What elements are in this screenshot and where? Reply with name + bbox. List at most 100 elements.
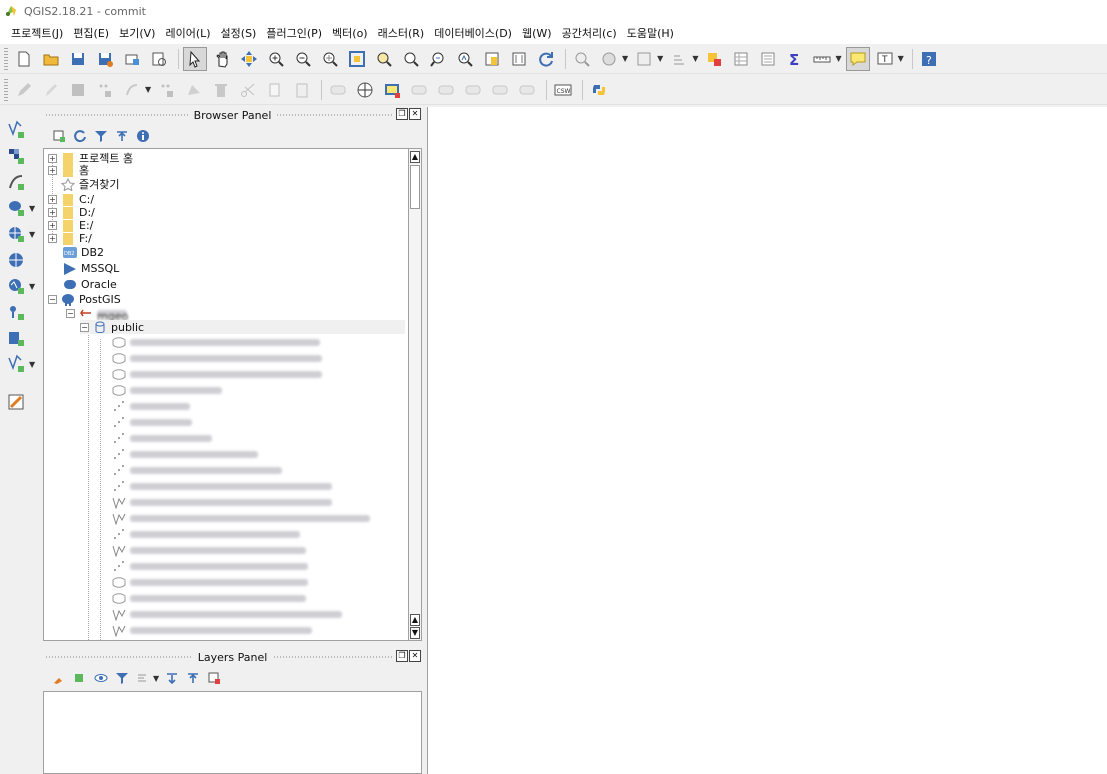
deselect-icon[interactable] [632, 47, 656, 71]
show-hide-labels-icon[interactable] [488, 78, 512, 102]
menu-plugins[interactable]: 플러그인(P) [261, 25, 327, 41]
csw-icon[interactable]: CSW [551, 78, 575, 102]
toolbar-grip[interactable] [4, 78, 8, 101]
show-bookmarks-icon[interactable] [480, 47, 504, 71]
tree-node-db2[interactable]: DB2 DB2 [63, 245, 104, 259]
add-wfs-layer-icon[interactable] [4, 274, 28, 298]
collapse-icon[interactable]: − [66, 308, 75, 318]
float-panel-button[interactable]: ❐ [396, 108, 408, 120]
add-wms-layer-icon[interactable] [4, 222, 28, 246]
collapse-icon[interactable]: − [80, 322, 89, 332]
new-project-icon[interactable] [12, 47, 36, 71]
highlight-labels-icon[interactable] [380, 78, 404, 102]
rotate-label-icon[interactable] [434, 78, 458, 102]
zoom-to-selection-icon[interactable] [345, 47, 369, 71]
save-project-icon[interactable] [66, 47, 90, 71]
browser-scrollbar[interactable]: ▲ ▲ ▼ [408, 148, 422, 641]
composer-manager-icon[interactable] [147, 47, 171, 71]
add-delimited-text-layer-icon[interactable] [4, 170, 28, 194]
close-panel-button[interactable]: ✕ [409, 650, 421, 662]
scroll-up-icon[interactable]: ▲ [410, 614, 420, 626]
zoom-out-icon[interactable] [291, 47, 315, 71]
manage-visibility-icon[interactable] [92, 669, 110, 687]
menu-edit[interactable]: 편집(E) [68, 25, 114, 41]
tree-node-point-layer[interactable] [112, 431, 212, 445]
add-raster-layer-icon[interactable] [4, 144, 28, 168]
tree-node-postgis[interactable]: − PostGIS [48, 292, 121, 306]
scroll-down-icon[interactable]: ▼ [410, 627, 420, 639]
info-icon[interactable] [134, 127, 152, 145]
tree-node-polygon-layer[interactable] [112, 351, 322, 365]
collapse-icon[interactable]: − [48, 294, 57, 304]
remove-layer-icon[interactable] [205, 669, 223, 687]
map-canvas[interactable] [427, 107, 1107, 774]
new-shapefile-layer-icon[interactable] [4, 352, 28, 376]
select-icon[interactable] [183, 46, 207, 71]
tree-node-line-layer[interactable] [112, 511, 370, 525]
zoom-in-icon[interactable] [264, 47, 288, 71]
collapse-all-icon[interactable] [113, 127, 131, 145]
cut-features-icon[interactable] [236, 78, 260, 102]
tree-node-schema-public[interactable]: − public [80, 320, 405, 334]
menu-vector[interactable]: 벡터(o) [327, 25, 373, 41]
menu-project[interactable]: 프로젝트(J) [6, 25, 68, 41]
filter-expression-icon[interactable] [134, 669, 152, 687]
trash-icon[interactable] [209, 78, 233, 102]
python-console-icon[interactable] [587, 78, 611, 102]
copy-features-icon[interactable] [263, 78, 287, 102]
zoom-to-layer-icon[interactable] [372, 47, 396, 71]
add-annotation-layer-icon[interactable] [4, 390, 28, 414]
toggle-editing-icon[interactable] [39, 78, 63, 102]
label-properties-icon[interactable] [515, 78, 539, 102]
tree-node-polygon-layer[interactable] [112, 591, 306, 605]
move-feature-icon[interactable] [120, 78, 144, 102]
expand-icon[interactable]: + [48, 194, 57, 204]
scroll-thumb[interactable] [410, 165, 420, 209]
tree-node-favorites[interactable]: 즐겨찾기 [61, 177, 119, 191]
field-calculator-icon[interactable] [729, 47, 753, 71]
scroll-up-icon[interactable]: ▲ [410, 151, 420, 163]
expand-icon[interactable]: + [48, 207, 57, 217]
save-edits-icon[interactable] [66, 78, 90, 102]
expand-icon[interactable]: + [48, 233, 57, 243]
tree-node-polygon-layer[interactable] [112, 575, 308, 589]
expand-all-icon[interactable] [163, 669, 181, 687]
move-label-icon[interactable] [407, 78, 431, 102]
pan-icon[interactable] [210, 47, 234, 71]
float-panel-button[interactable]: ❐ [396, 650, 408, 662]
tree-node-line-layer[interactable] [112, 495, 332, 509]
menu-help[interactable]: 도움말(H) [622, 25, 679, 41]
measure-line-icon[interactable]: Σ [783, 47, 807, 71]
text-annotation-icon[interactable]: T [873, 47, 897, 71]
tree-node-polygon-layer[interactable] [112, 383, 222, 397]
tree-node-point-layer[interactable] [112, 447, 258, 461]
expand-icon[interactable]: + [48, 165, 57, 175]
tree-node-c-drive[interactable]: + C:/ [48, 192, 94, 206]
add-layers-icon[interactable] [50, 127, 68, 145]
add-vector-layer-icon[interactable] [4, 118, 28, 142]
tree-node-line-layer[interactable] [112, 543, 306, 557]
filter-icon[interactable] [92, 127, 110, 145]
tree-node-d-drive[interactable]: + D:/ [48, 205, 95, 219]
ruler-icon[interactable] [810, 47, 834, 71]
open-project-icon[interactable] [39, 47, 63, 71]
add-group-icon[interactable] [71, 669, 89, 687]
tree-node-polygon-layer[interactable] [112, 367, 322, 381]
open-attribute-table-icon[interactable] [702, 47, 726, 71]
tree-node-point-layer[interactable] [112, 479, 332, 493]
sum-icon[interactable] [756, 47, 780, 71]
save-as-icon[interactable] [93, 47, 117, 71]
add-virtual-layer-icon[interactable] [4, 300, 28, 324]
tree-node-point-layer[interactable] [112, 463, 282, 477]
paste-features-icon[interactable] [290, 78, 314, 102]
add-postgis-layer-icon[interactable] [4, 196, 28, 220]
add-wcs-layer-icon[interactable] [4, 248, 28, 272]
add-spatialite-layer-icon[interactable] [4, 326, 28, 350]
delete-selected-icon[interactable] [182, 78, 206, 102]
zoom-full-icon[interactable] [318, 47, 342, 71]
menu-settings[interactable]: 설정(S) [216, 25, 262, 41]
toolbar-grip[interactable] [4, 47, 8, 70]
measure-icon[interactable] [570, 47, 594, 71]
zoom-last-icon[interactable] [399, 47, 423, 71]
menu-layer[interactable]: 레이어(L) [160, 25, 215, 41]
